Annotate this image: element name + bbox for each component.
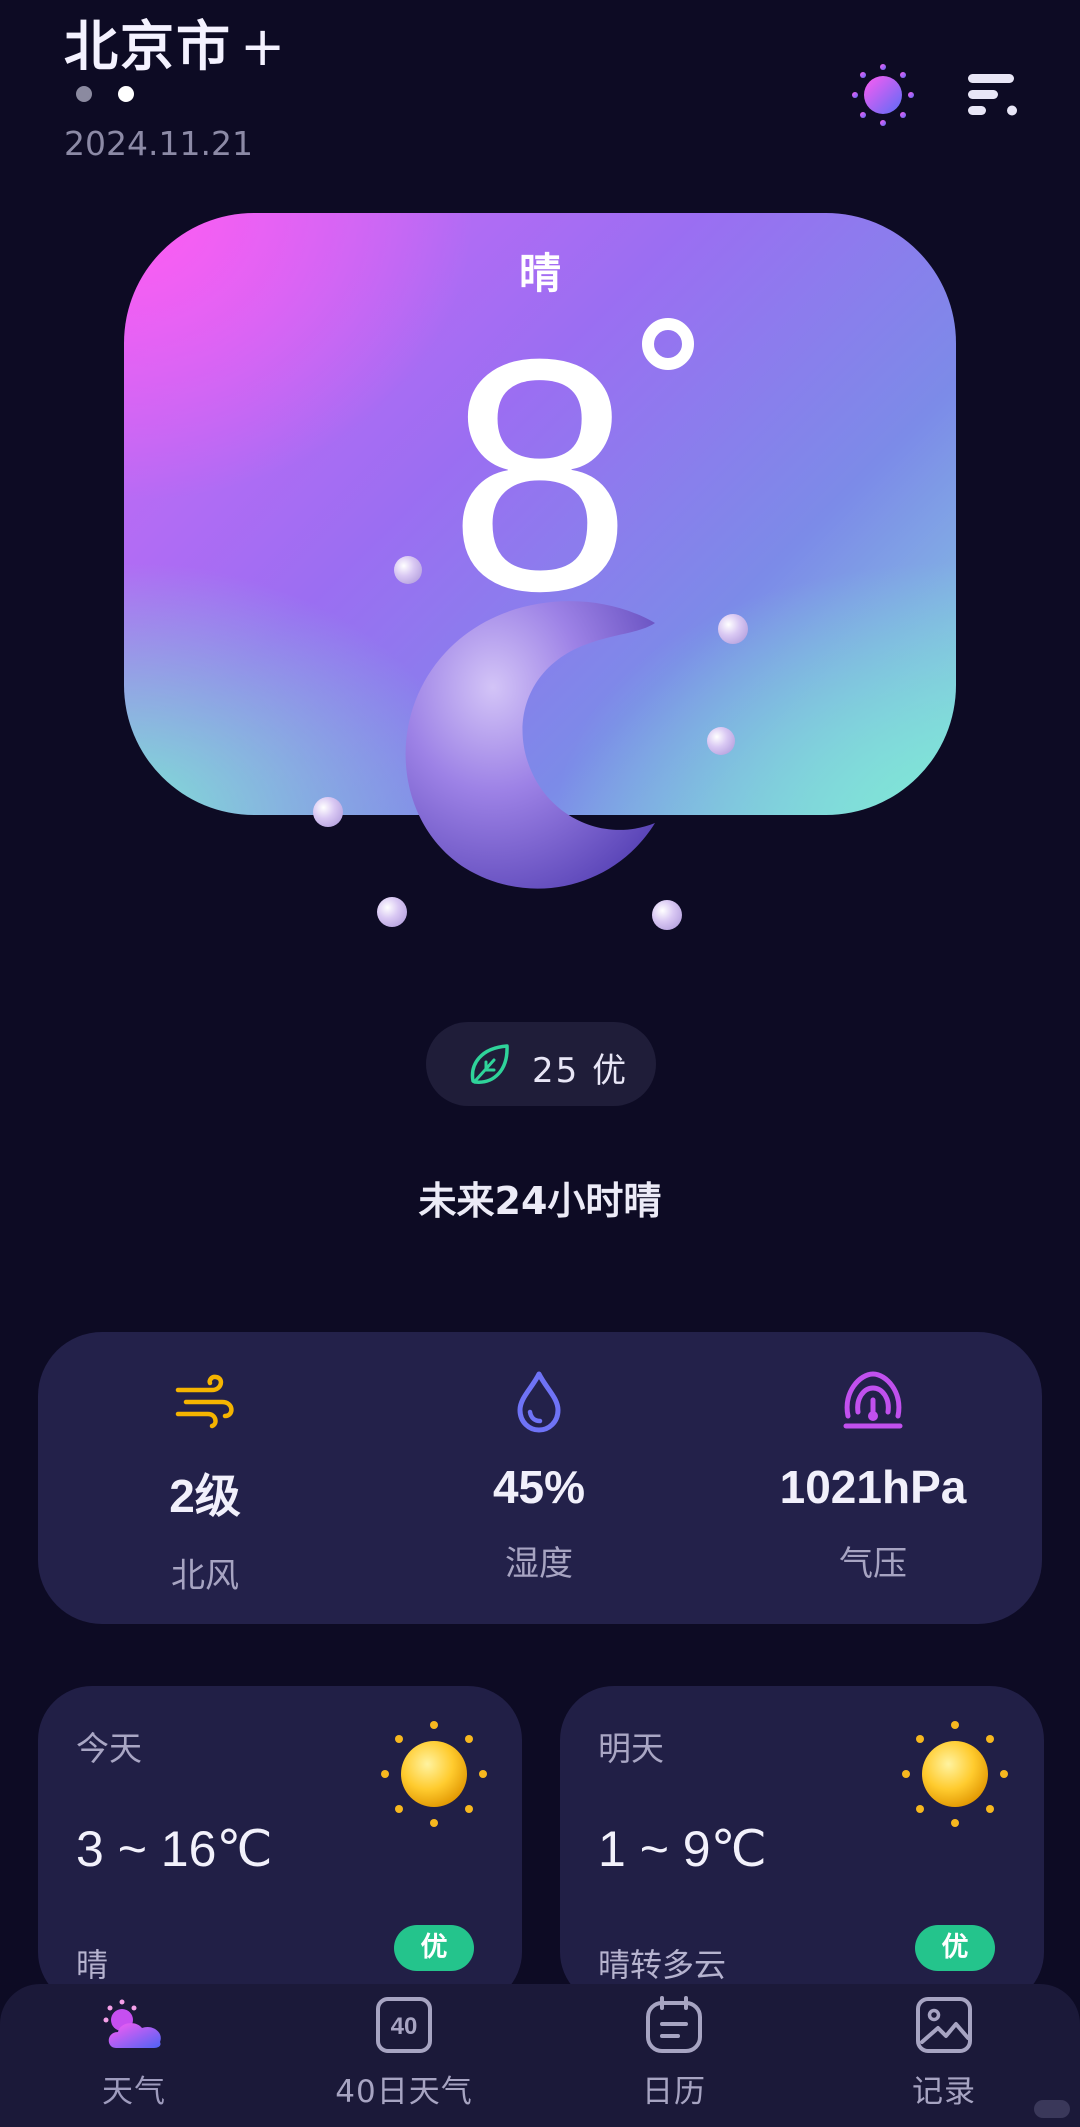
city-title[interactable]: 北京市 + — [64, 2, 287, 81]
nav-label-40day: 40日天气 — [335, 2074, 473, 2110]
tomorrow-aqi-badge: 优 — [915, 1925, 995, 1971]
theme-sun-icon[interactable] — [850, 62, 916, 128]
degree-symbol — [642, 318, 694, 370]
sun-icon — [902, 1721, 1008, 1827]
pressure-gauge-icon — [843, 1371, 903, 1429]
gallery-icon — [916, 1997, 972, 2053]
decor-bubble — [652, 900, 682, 930]
watermark-badge — [1034, 2100, 1070, 2118]
today-aqi-badge: 优 — [394, 1925, 474, 1971]
menu-icon[interactable] — [966, 72, 1020, 118]
decor-bubble — [313, 797, 343, 827]
decor-bubble — [707, 727, 735, 755]
page-indicator-dot-active — [118, 86, 134, 102]
tomorrow-temp-range: 1 ~ 9℃ — [598, 1821, 767, 1877]
today-temp-range: 3 ~ 16℃ — [76, 1821, 273, 1877]
stat-wind: 2级 北风 — [38, 1368, 372, 1597]
wind-level: 2级 — [169, 1470, 241, 1522]
svg-text:40: 40 — [391, 2013, 418, 2040]
aqi-value: 25 优 — [532, 1051, 629, 1091]
calendar-40-icon: 40 — [376, 1997, 432, 2053]
wind-direction: 北风 — [171, 1556, 239, 1596]
add-city-button[interactable]: + — [240, 15, 287, 78]
pressure-label: 气压 — [839, 1544, 907, 1584]
moon-icon — [405, 601, 655, 889]
page-indicator-dot — [76, 86, 92, 102]
humidity-label: 湿度 — [505, 1544, 573, 1584]
nav-item-weather[interactable]: 天气 — [34, 1996, 234, 2111]
tomorrow-title: 明天 — [598, 1729, 664, 1768]
leaf-icon — [470, 1044, 509, 1084]
humidity-drop-icon — [517, 1371, 561, 1433]
calendar-icon — [646, 1996, 702, 2053]
stat-pressure: 1021hPa 气压 — [706, 1368, 1040, 1585]
nav-item-records[interactable]: 记录 — [844, 1996, 1044, 2111]
weather-cloud-icon — [103, 1999, 161, 2048]
sun-icon — [381, 1721, 487, 1827]
stat-humidity: 45% 湿度 — [372, 1368, 706, 1585]
nav-label-records: 记录 — [912, 2074, 976, 2110]
decor-bubble — [377, 897, 407, 927]
forecast-summary: 未来24小时晴 — [418, 1179, 662, 1223]
date-label: 2024.11.21 — [64, 124, 253, 163]
city-name[interactable]: 北京市 — [64, 15, 232, 78]
nav-item-calendar[interactable]: 日历 — [574, 1996, 774, 2111]
decor-bubble — [718, 614, 748, 644]
nav-label-calendar: 日历 — [642, 2074, 706, 2110]
tomorrow-condition: 晴转多云 — [598, 1946, 727, 1984]
nav-label-weather: 天气 — [102, 2074, 166, 2110]
today-condition: 晴 — [76, 1946, 109, 1984]
today-title: 今天 — [76, 1729, 142, 1768]
decor-bubble — [394, 556, 422, 584]
pressure-value: 1021hPa — [779, 1461, 967, 1513]
humidity-value: 45% — [492, 1461, 586, 1513]
wind-icon — [175, 1374, 234, 1429]
nav-item-40day[interactable]: 40 40日天气 — [304, 1996, 504, 2111]
